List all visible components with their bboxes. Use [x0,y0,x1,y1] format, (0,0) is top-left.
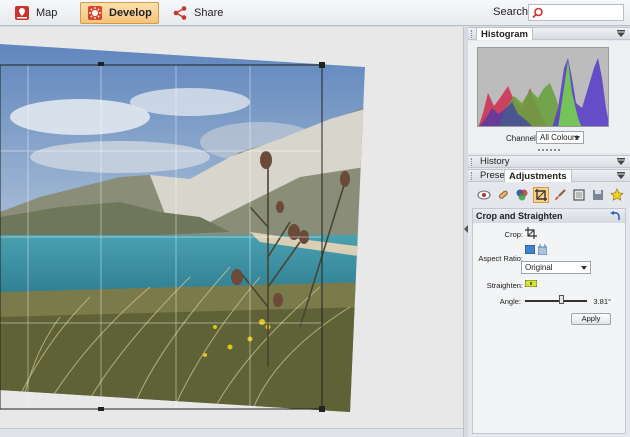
photo-canvas[interactable] [0,27,463,437]
level-icon[interactable] [525,280,537,287]
aspect-ratio-select[interactable]: Original [521,261,591,274]
adjustments-header: Presets Adjustments [468,169,630,182]
adjustments-tab[interactable]: Adjustments [504,169,572,182]
map-button[interactable]: Map [8,2,63,24]
angle-slider-track[interactable] [525,300,587,302]
develop-button[interactable]: Develop [80,2,159,24]
retouch-tool-button[interactable] [495,187,511,203]
develop-label: Develop [109,7,152,19]
straighten-label: Straighten: [486,281,523,290]
search-input[interactable] [528,4,624,21]
crop-icon [535,189,547,201]
angle-slider-thumb[interactable] [559,295,565,304]
angle-label: Angle: [499,297,521,306]
right-panel: Histogram Channel: All Colours History P… [468,27,630,437]
eye-icon [477,190,491,200]
landscape-icon[interactable] [525,245,535,254]
effects-tool-button[interactable] [609,187,625,203]
grip-icon [471,172,473,180]
color-tool-button[interactable] [514,187,530,203]
crop-tool-button[interactable] [533,187,549,203]
crop-title-text: Crop and Straighten [476,211,563,221]
histogram-header[interactable]: Histogram [468,27,630,40]
star-icon [610,188,624,201]
develop-icon [88,6,102,20]
histogram-tab[interactable]: Histogram [476,27,533,40]
main-toolbar: Map Develop Share Search [0,0,630,26]
lock-ratio-icon[interactable] [538,244,547,255]
channel-value: All Colours [540,133,579,142]
aspect-ratio-label: Aspect Ratio: [478,254,523,263]
dropdown-icon[interactable] [617,30,625,37]
crop-straighten-pane: Crop and Straighten Crop: Aspect Ratio: … [472,208,626,434]
map-label: Map [36,7,58,19]
frame-icon [573,189,585,201]
red-eye-tool-button[interactable] [476,187,492,203]
search-icon [532,7,543,19]
angle-value: 3.81° [593,297,611,306]
channel-label: Channel: [506,134,539,143]
chevron-down-icon [574,136,580,140]
dropdown-icon[interactable] [617,158,625,165]
grip-icon [471,30,473,38]
adjustment-tools [472,185,626,205]
share-icon [173,6,187,20]
bandage-icon [498,190,508,199]
dropdown-icon[interactable] [617,172,625,179]
grip-icon [471,158,473,166]
apply-button[interactable]: Apply [571,313,611,325]
share-label: Share [194,7,224,19]
brush-tool-button[interactable] [552,187,568,203]
map-icon [15,6,29,20]
chevron-down-icon [581,266,587,270]
histogram-pane: Channel: All Colours [468,41,630,153]
undo-icon[interactable] [610,211,621,221]
crop-mode-icon[interactable] [525,227,537,239]
search-label: Search [493,6,528,18]
history-tab[interactable]: History [476,155,514,168]
save-tool-button[interactable] [590,187,606,203]
share-button[interactable]: Share [166,2,229,24]
brush-icon [555,189,566,200]
history-header[interactable]: History [468,155,630,168]
save-icon [593,190,603,200]
photo-preview[interactable] [0,27,463,437]
horizontal-scrollbar[interactable] [0,428,463,437]
aspect-ratio-value: Original [525,263,553,272]
color-wheel-icon [516,189,528,201]
frame-tool-button[interactable] [571,187,587,203]
resize-grip[interactable] [538,149,560,153]
crop-title: Crop and Straighten [473,209,625,223]
histogram-graph [477,47,609,127]
channel-select[interactable]: All Colours [536,131,584,144]
crop-label: Crop: [504,230,523,239]
